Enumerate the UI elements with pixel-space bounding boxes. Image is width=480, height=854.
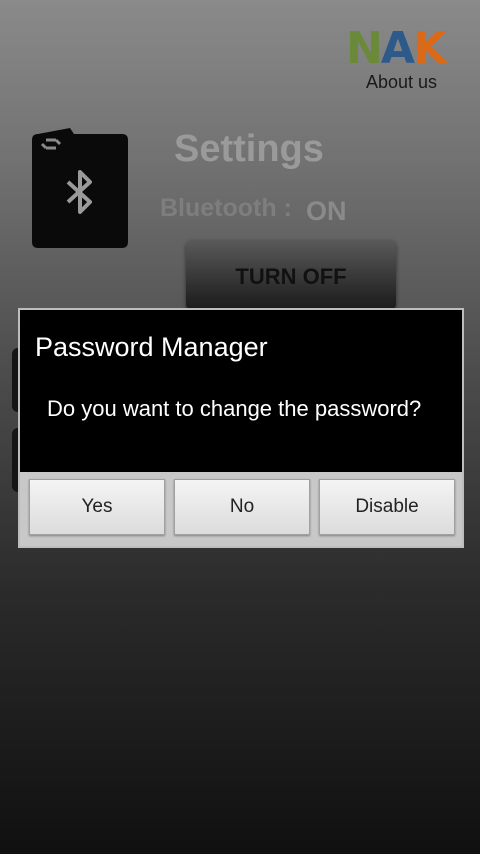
yes-button[interactable]: Yes <box>29 479 165 535</box>
bluetooth-device-icon <box>30 126 130 250</box>
logo-wordmark: NAK <box>346 23 470 74</box>
no-button[interactable]: No <box>174 479 310 535</box>
password-manager-dialog: Password Manager Do you want to change t… <box>18 308 464 548</box>
about-us-link[interactable]: About us <box>366 72 456 93</box>
settings-title: Settings <box>174 128 324 170</box>
logo-letter-k: K <box>412 23 447 74</box>
dialog-message: Do you want to change the password? <box>47 396 422 421</box>
nak-logo[interactable]: NAK <box>346 23 470 74</box>
bluetooth-label: Bluetooth : <box>160 194 292 222</box>
logo-letter-a: A <box>380 23 415 74</box>
disable-button[interactable]: Disable <box>319 479 455 535</box>
turn-off-button[interactable]: TURN OFF <box>186 240 396 310</box>
dialog-title: Password Manager <box>35 332 268 362</box>
bluetooth-state: ON <box>306 196 347 226</box>
dialog-button-bar: Yes No Disable <box>20 472 462 546</box>
logo-letter-n: N <box>346 23 383 74</box>
